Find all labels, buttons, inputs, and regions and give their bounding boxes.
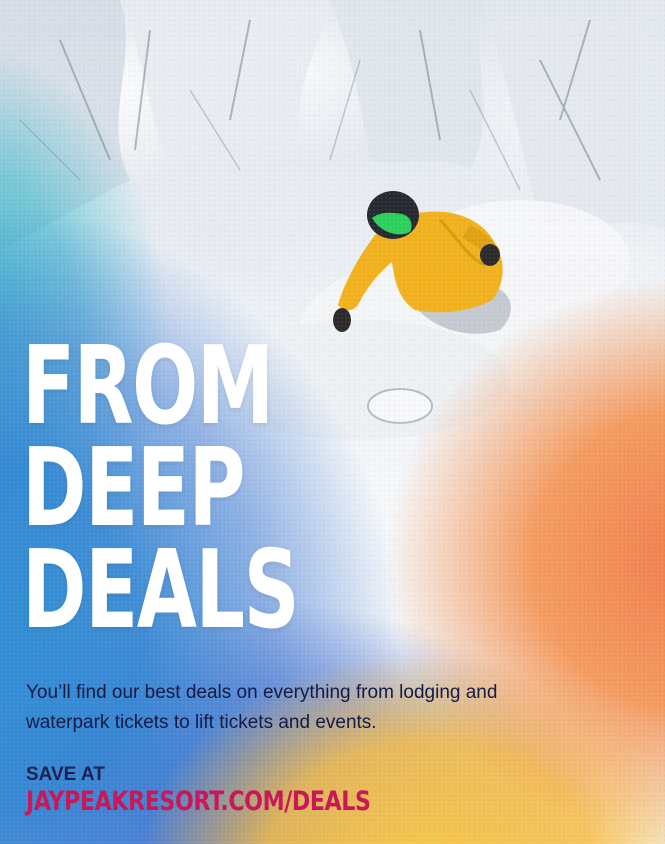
snowboard-icon	[367, 388, 433, 424]
headline-line: DEALS	[22, 528, 300, 653]
cta-link[interactable]: JAYPEAKRESORT.COM/DEALS	[26, 784, 371, 820]
ad-banner: FROM DEEP DEALS You’ll find our best dea…	[0, 0, 665, 844]
headline: FROM DEEP DEALS	[22, 324, 300, 653]
headline-line: FROM	[22, 324, 274, 449]
cta-label: SAVE AT	[26, 764, 105, 785]
body-copy: You’ll find our best deals on everything…	[26, 682, 498, 733]
headline-line: DEEP	[22, 426, 245, 551]
